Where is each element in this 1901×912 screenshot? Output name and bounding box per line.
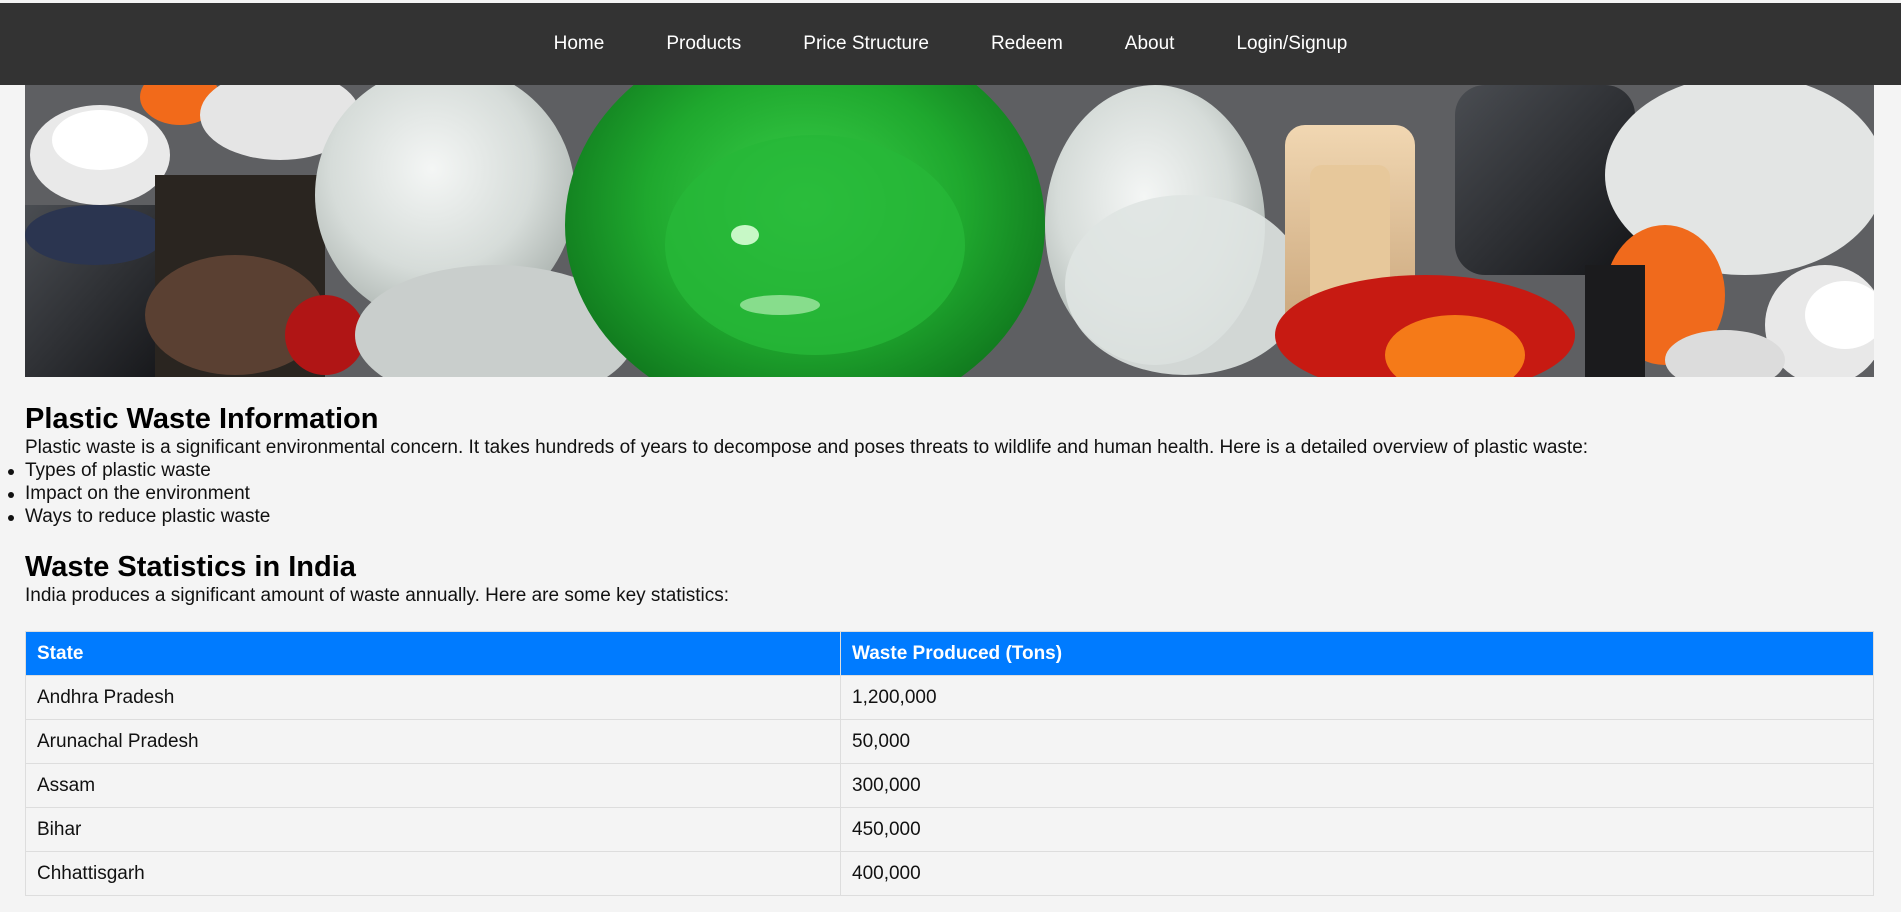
- list-item: Impact on the environment: [8, 482, 1874, 505]
- state-cell: Andhra Pradesh: [25, 675, 841, 720]
- nav-link-products[interactable]: Products: [635, 3, 772, 85]
- column-header-state: State: [25, 631, 841, 676]
- waste-statistics-description: India produces a significant amount of w…: [25, 585, 730, 606]
- state-cell: Assam: [25, 763, 841, 808]
- waste-statistics-title: Waste Statistics in India: [25, 551, 356, 583]
- nav-link-home[interactable]: Home: [523, 3, 636, 85]
- waste-cell: 450,000: [840, 807, 1874, 852]
- state-cell: Chhattisgarh: [25, 851, 841, 896]
- main-content: Plastic Waste Information Plastic waste …: [8, 402, 1874, 896]
- waste-statistics-table: State Waste Produced (Tons) Andhra Prade…: [25, 631, 1874, 896]
- state-cell: Bihar: [25, 807, 841, 852]
- column-header-waste-produced: Waste Produced (Tons): [840, 631, 1874, 676]
- table-row: Andhra Pradesh 1,200,000: [25, 675, 1874, 720]
- nav-link-about[interactable]: About: [1094, 3, 1206, 85]
- table-header-row: State Waste Produced (Tons): [25, 631, 1874, 676]
- plastic-waste-description: Plastic waste is a significant environme…: [25, 437, 1589, 458]
- waste-cell: 50,000: [840, 719, 1874, 764]
- nav-link-login-signup[interactable]: Login/Signup: [1205, 3, 1378, 85]
- plastic-waste-illustration: [25, 85, 1874, 377]
- table-row: Arunachal Pradesh 50,000: [25, 719, 1874, 764]
- waste-cell: 1,200,000: [840, 675, 1874, 720]
- nav-link-redeem[interactable]: Redeem: [960, 3, 1094, 85]
- hero-banner-image: [25, 85, 1874, 377]
- waste-cell: 300,000: [840, 763, 1874, 808]
- list-item: Types of plastic waste: [8, 459, 1874, 482]
- top-navbar: Home Products Price Structure Redeem Abo…: [0, 3, 1901, 85]
- plastic-waste-title: Plastic Waste Information: [25, 403, 379, 435]
- table-row: Bihar 450,000: [25, 807, 1874, 852]
- table-row: Assam 300,000: [25, 763, 1874, 808]
- plastic-waste-topics-list: Types of plastic waste Impact on the env…: [8, 459, 1874, 528]
- state-cell: Arunachal Pradesh: [25, 719, 841, 764]
- waste-cell: 400,000: [840, 851, 1874, 896]
- table-row: Chhattisgarh 400,000: [25, 851, 1874, 896]
- nav-link-price-structure[interactable]: Price Structure: [772, 3, 960, 85]
- list-item: Ways to reduce plastic waste: [8, 505, 1874, 528]
